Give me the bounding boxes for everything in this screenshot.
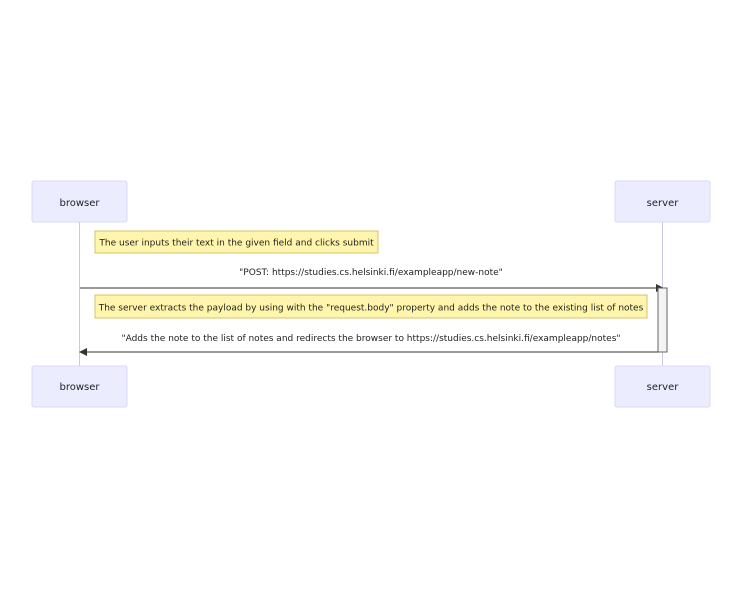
note-user-input: The user inputs their text in the given …: [94, 230, 379, 254]
server-actor-top[interactable]: server: [614, 180, 711, 223]
sequence-diagram: browser server The user inputs their tex…: [31, 180, 711, 408]
server-actor-top-label: server: [647, 198, 680, 209]
server-actor-bottom-label: server: [647, 382, 680, 393]
server-activation-bar: [657, 287, 668, 353]
message-post-label: "POST: https://studies.cs.helsinki.fi/ex…: [239, 268, 503, 278]
browser-actor-top-label: browser: [59, 198, 100, 209]
message-redirect-label: "Adds the note to the list of notes and …: [121, 334, 620, 344]
browser-actor-bottom-label: browser: [59, 382, 100, 393]
browser-actor-top[interactable]: browser: [31, 180, 128, 223]
note-server-extract-text: The server extracts the payload by using…: [98, 304, 644, 314]
server-actor-bottom[interactable]: server: [614, 365, 711, 408]
browser-actor-bottom[interactable]: browser: [31, 365, 128, 408]
note-server-extract: The server extracts the payload by using…: [94, 294, 648, 319]
note-user-input-text: The user inputs their text in the given …: [98, 239, 374, 249]
